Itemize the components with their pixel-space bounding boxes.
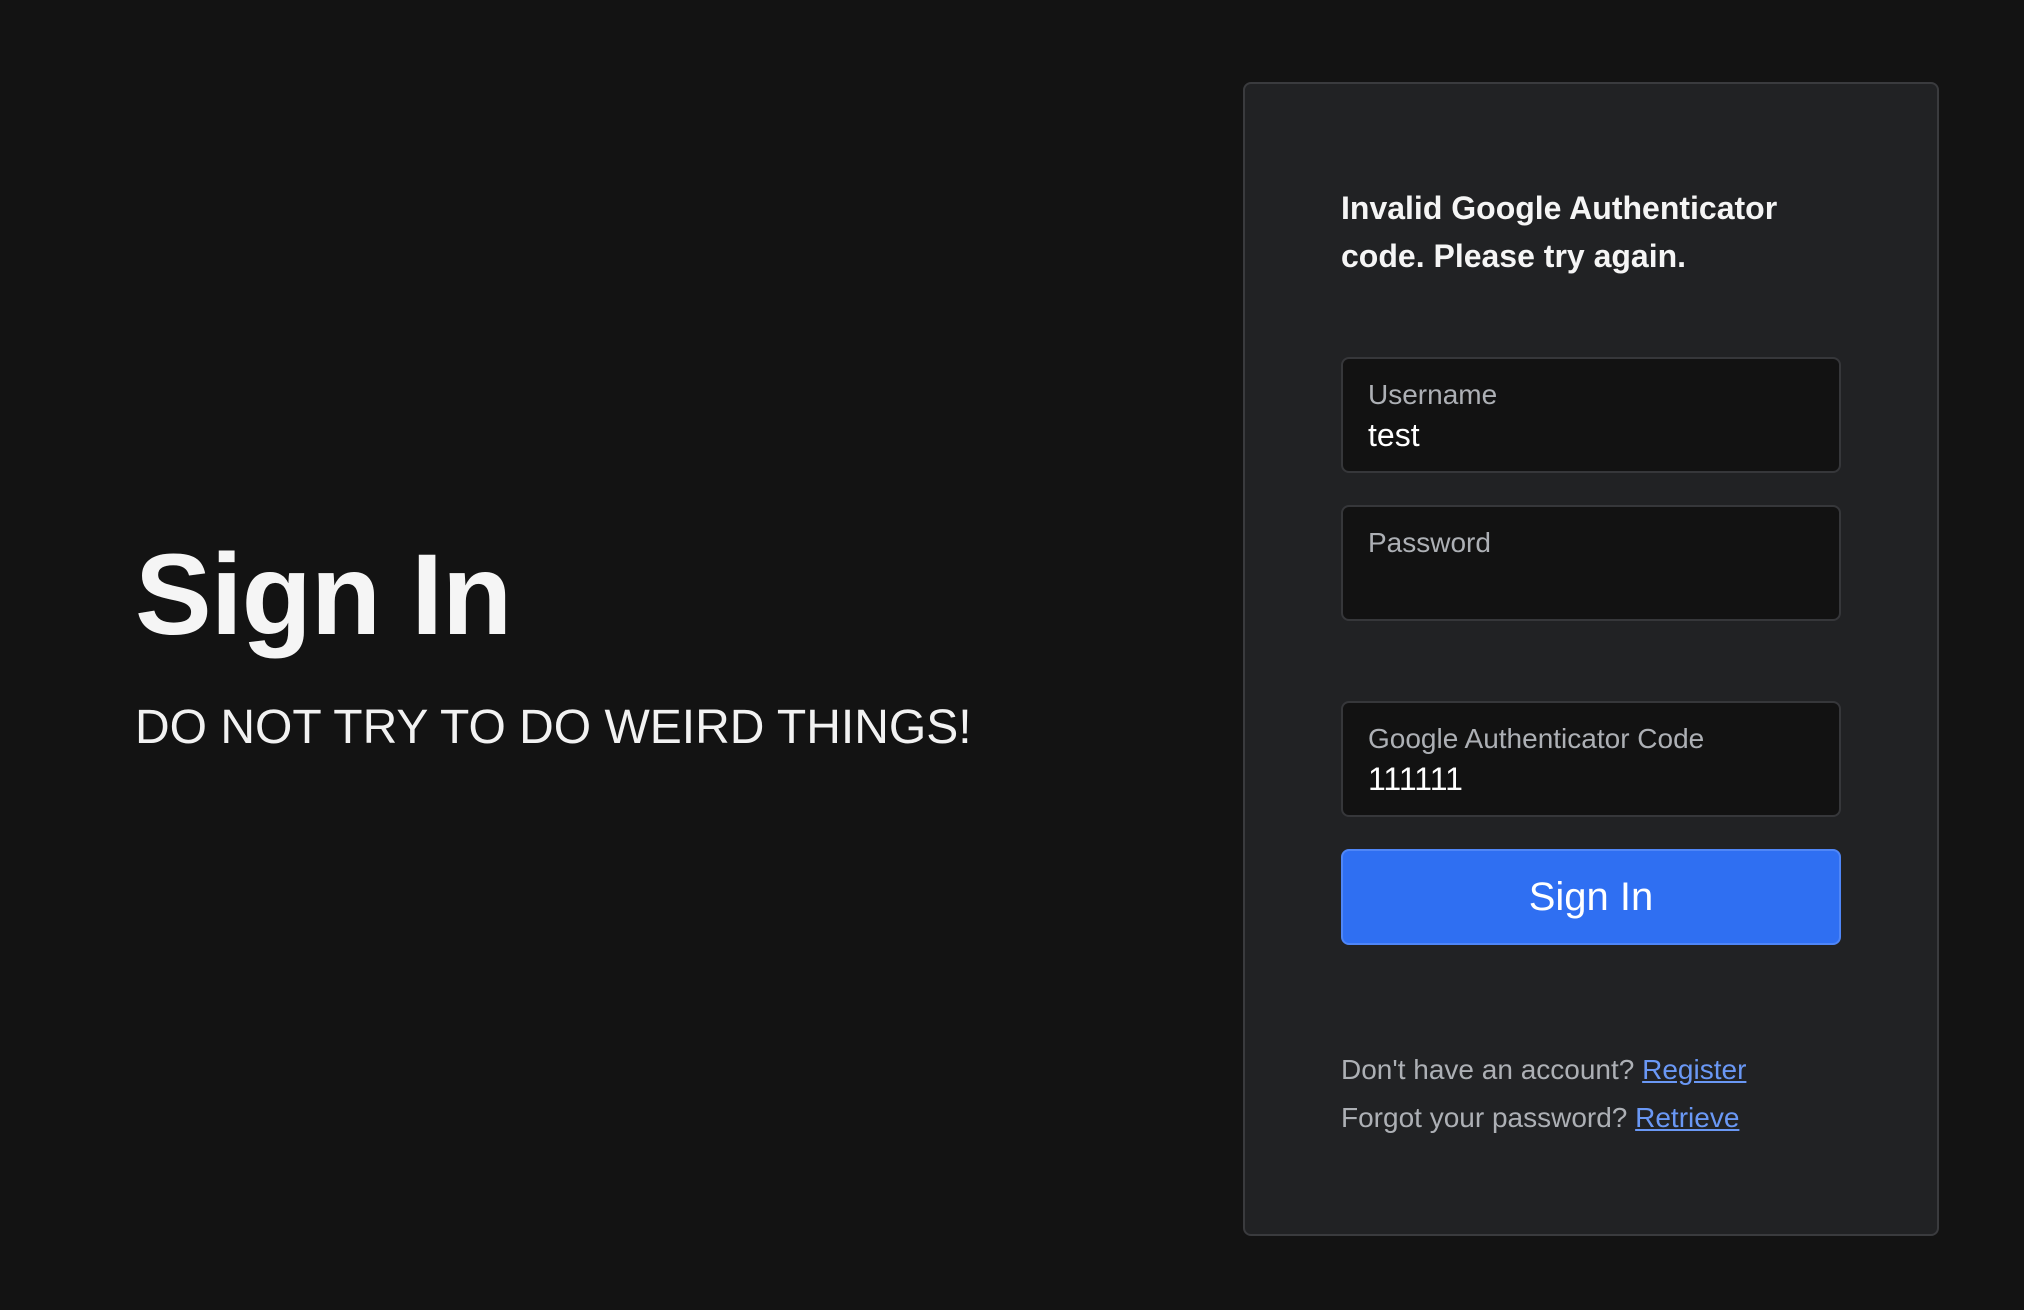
password-input[interactable] [1368, 561, 1808, 605]
username-label: Username [1368, 379, 1498, 410]
username-input[interactable] [1368, 413, 1808, 457]
sign-in-form: Invalid Google Authenticator code. Pleas… [1243, 82, 1939, 1236]
sign-in-button[interactable]: Sign In [1341, 849, 1841, 945]
retrieve-link[interactable]: Retrieve [1635, 1102, 1739, 1133]
authenticator-code-label: Google Authenticator Code [1368, 723, 1705, 754]
sign-in-page: Sign In DO NOT TRY TO DO WEIRD THINGS! I… [0, 0, 2024, 1310]
register-row: Don't have an account? Register [1341, 1046, 1901, 1094]
account-links: Don't have an account? Register Forgot y… [1341, 1046, 1901, 1142]
page-subtitle: DO NOT TRY TO DO WEIRD THINGS! [135, 701, 972, 754]
register-prompt: Don't have an account? [1341, 1054, 1635, 1085]
register-link[interactable]: Register [1642, 1054, 1746, 1085]
password-label: Password [1368, 527, 1491, 558]
hero-section: Sign In DO NOT TRY TO DO WEIRD THINGS! [135, 530, 1135, 756]
page-title: Sign In [135, 531, 512, 659]
authenticator-code-field[interactable]: Google Authenticator Code [1341, 701, 1841, 817]
username-field[interactable]: Username [1341, 357, 1841, 473]
authenticator-code-input[interactable] [1368, 757, 1808, 801]
forgot-password-prompt: Forgot your password? [1341, 1102, 1628, 1133]
error-message: Invalid Google Authenticator code. Pleas… [1341, 190, 1778, 274]
password-field[interactable]: Password [1341, 505, 1841, 621]
forgot-password-row: Forgot your password? Retrieve [1341, 1094, 1901, 1142]
